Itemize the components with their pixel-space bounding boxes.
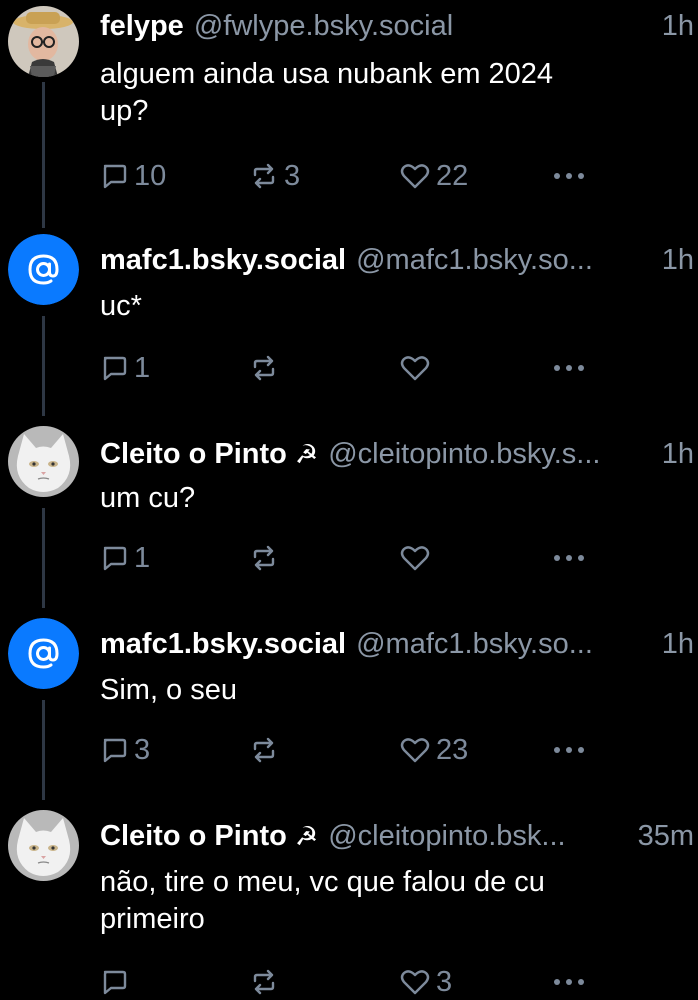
more-options-button[interactable] (552, 158, 586, 194)
post-text-line: uc* (100, 290, 142, 322)
post[interactable]: mafc1.bsky.social @mafc1.bsky.so... 1h S… (0, 614, 698, 804)
repost-button[interactable]: 3 (250, 158, 300, 194)
author-handle[interactable]: @mafc1.bsky.so... (356, 244, 656, 277)
reply-count: 1 (134, 541, 151, 574)
more-options-button[interactable] (552, 540, 586, 576)
like-button[interactable]: 3 (400, 964, 452, 1000)
more-options-button[interactable] (552, 732, 586, 768)
reply-button[interactable]: 1 (100, 350, 150, 386)
like-button[interactable]: 22 (400, 158, 468, 194)
post-timestamp[interactable]: 1h (662, 244, 694, 277)
post-text-line: primeiro (100, 903, 205, 935)
post-timestamp[interactable]: 1h (662, 10, 694, 43)
avatar[interactable] (8, 234, 79, 305)
like-count: 22 (436, 159, 469, 192)
like-button[interactable] (400, 350, 436, 386)
repost-button[interactable] (250, 964, 284, 1000)
repost-icon (253, 355, 275, 381)
repost-button[interactable] (250, 732, 284, 768)
avatar-photo-white-cat (8, 426, 79, 497)
reply-button[interactable]: 1 (100, 540, 150, 576)
reply-icon (103, 738, 127, 763)
reply-count: 10 (134, 159, 167, 192)
avatar[interactable] (8, 810, 79, 881)
avatar-at-sign-default (8, 234, 79, 305)
repost-icon (253, 163, 275, 189)
reply-button[interactable]: 3 (100, 732, 150, 768)
post-timestamp[interactable]: 1h (662, 628, 694, 661)
repost-button[interactable] (250, 540, 284, 576)
post-timestamp[interactable]: 35m (638, 820, 694, 853)
post-actions: 10 3 22 (100, 158, 620, 194)
post-thread: felype @fwlype.bsky.social 1h alguem ain… (0, 0, 698, 1000)
more-icon (554, 747, 584, 753)
author-display-name[interactable]: felype (100, 10, 184, 43)
repost-button[interactable] (250, 350, 284, 386)
reply-icon (103, 546, 127, 571)
reply-icon (103, 164, 127, 189)
post[interactable]: Cleito o Pinto ☭ @cleitopinto.bsky.s... … (0, 422, 698, 614)
avatar[interactable] (8, 426, 79, 497)
author-handle[interactable]: @fwlype.bsky.social (194, 10, 656, 43)
like-icon (400, 738, 430, 763)
repost-icon (253, 545, 275, 571)
repost-icon (253, 737, 275, 763)
post-text-line: não, tire o meu, vc que falou de cu (100, 866, 545, 898)
post[interactable]: felype @fwlype.bsky.social 1h alguem ain… (0, 0, 698, 230)
post-text: não, tire o meu, vc que falou de cu prim… (100, 864, 678, 938)
avatar-at-sign-default (8, 618, 79, 689)
more-options-button[interactable] (552, 964, 586, 1000)
post-text-line: up? (100, 95, 149, 127)
reply-button[interactable]: 10 (100, 158, 166, 194)
like-count: 3 (436, 965, 453, 998)
like-icon (400, 356, 430, 381)
avatar[interactable] (8, 618, 79, 689)
hammer-and-sickle-icon: ☭ (294, 438, 319, 469)
hammer-and-sickle-icon: ☭ (294, 820, 319, 851)
author-display-name[interactable]: Cleito o Pinto (100, 820, 287, 853)
post-timestamp[interactable]: 1h (662, 438, 694, 471)
author-display-name[interactable]: mafc1.bsky.social (100, 244, 346, 277)
more-icon (554, 173, 584, 179)
reply-icon (103, 970, 127, 995)
more-icon (554, 365, 584, 371)
post-actions: 1 (100, 350, 620, 386)
repost-icon (253, 969, 275, 995)
like-button[interactable] (400, 540, 436, 576)
reply-count: 3 (134, 733, 151, 766)
post-actions: 3 23 (100, 732, 620, 768)
like-icon (400, 164, 430, 189)
like-icon (400, 970, 430, 995)
author-display-name[interactable]: mafc1.bsky.social (100, 628, 346, 661)
reply-count: 1 (134, 351, 151, 384)
like-count: 23 (436, 733, 469, 766)
like-icon (400, 546, 430, 571)
post-text: uc* (100, 288, 678, 325)
more-options-button[interactable] (552, 350, 586, 386)
post[interactable]: mafc1.bsky.social @mafc1.bsky.so... 1h u… (0, 230, 698, 422)
more-icon (554, 979, 584, 985)
post-text: Sim, o seu (100, 672, 678, 709)
reply-icon (103, 356, 127, 381)
avatar-photo-person-hat (8, 6, 79, 77)
post-text-line: Sim, o seu (100, 674, 237, 706)
post-text-line: alguem ainda usa nubank em 2024 (100, 58, 554, 90)
post-text: um cu? (100, 480, 678, 517)
author-display-name[interactable]: Cleito o Pinto (100, 438, 287, 471)
like-button[interactable]: 23 (400, 732, 468, 768)
author-handle[interactable]: @cleitopinto.bsk... (328, 820, 631, 853)
author-handle[interactable]: @cleitopinto.bsky.s... (328, 438, 656, 471)
post-actions: 1 (100, 540, 620, 576)
post[interactable]: Cleito o Pinto ☭ @cleitopinto.bsk... 35m… (0, 804, 698, 1000)
avatar[interactable] (8, 6, 79, 77)
post-text: alguem ainda usa nubank em 2024 up? (100, 56, 678, 130)
post-actions: 3 (100, 964, 620, 1000)
repost-count: 3 (284, 159, 301, 192)
avatar-photo-white-cat (8, 810, 79, 881)
post-text-line: um cu? (100, 482, 196, 514)
author-handle[interactable]: @mafc1.bsky.so... (356, 628, 656, 661)
reply-button[interactable] (100, 964, 134, 1000)
more-icon (554, 555, 584, 561)
